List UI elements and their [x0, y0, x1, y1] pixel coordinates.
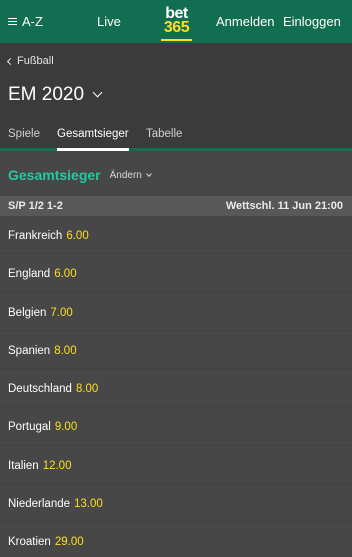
odds-value[interactable]: 29.00 — [55, 536, 84, 548]
selection-row[interactable]: Spanien 8.00 — [0, 331, 352, 370]
team-name: Portugal — [8, 421, 51, 434]
selection-row[interactable]: Belgien 7.00 — [0, 293, 352, 331]
tab-bar: Spiele Gesamtsieger Tabelle — [0, 126, 352, 151]
chevron-left-icon — [6, 57, 15, 65]
page-title: EM 2020 — [8, 84, 85, 105]
team-name: England — [8, 268, 51, 281]
logo-underline — [161, 39, 192, 41]
tab-gesamtsieger[interactable]: Gesamtsieger — [57, 128, 129, 140]
az-menu-button[interactable]: A-Z — [8, 14, 43, 29]
change-market-button[interactable]: Ändern — [109, 169, 152, 181]
chevron-down-icon — [146, 170, 152, 177]
active-tab-indicator — [57, 148, 129, 151]
odds-value[interactable]: 6.00 — [54, 268, 76, 280]
team-name: Frankreich — [8, 230, 63, 242]
odds-value[interactable]: 13.00 — [74, 498, 103, 510]
team-name: Deutschland — [8, 383, 72, 396]
az-menu-label: A-Z — [22, 14, 43, 29]
market-title: Gesamtsieger — [8, 167, 101, 183]
odds-value[interactable]: 6.00 — [66, 230, 88, 242]
each-way-terms: S/P 1/2 1-2 — [8, 200, 63, 212]
selection-list: Frankreich 6.00 England 6.00 Belgien 7.00 S… — [0, 216, 352, 557]
top-navigation-bar: A-Z Live bet 365 Anmelden Einloggen — [0, 0, 352, 43]
tab-spiele[interactable]: Spiele — [8, 128, 40, 140]
selection-row[interactable]: Frankreich 6.00 — [0, 216, 352, 255]
live-link[interactable]: Live — [97, 14, 121, 29]
selection-row[interactable]: Portugal 9.00 — [0, 407, 352, 446]
selection-row[interactable]: Kroatien 29.00 — [0, 522, 352, 557]
team-name: Kroatien — [8, 536, 51, 549]
selection-row[interactable]: Deutschland 8.00 — [0, 369, 352, 408]
odds-value[interactable]: 8.00 — [54, 345, 76, 357]
market-header: Gesamtsieger Ändern — [8, 167, 152, 183]
team-name: Niederlande — [8, 498, 71, 511]
change-market-label: Ändern — [109, 169, 142, 181]
odds-value[interactable]: 8.00 — [76, 383, 98, 395]
selection-row[interactable]: England 6.00 — [0, 254, 352, 293]
bet365-logo[interactable]: bet 365 — [160, 6, 193, 41]
odds-value[interactable]: 9.00 — [55, 421, 77, 433]
logo-text-bottom: 365 — [163, 19, 190, 36]
selection-row[interactable]: Italien 12.00 — [0, 446, 352, 485]
breadcrumb-label: Fußball — [17, 55, 54, 67]
hamburger-icon — [8, 17, 17, 26]
breadcrumb-back-link[interactable]: Fußball — [6, 55, 54, 67]
team-name: Belgien — [8, 306, 47, 319]
odds-value[interactable]: 7.00 — [50, 307, 72, 319]
market-info-bar: S/P 1/2 1-2 Wettschl. 11 Jun 21:00 — [0, 196, 352, 216]
tab-tabelle[interactable]: Tabelle — [146, 128, 182, 140]
competition-selector[interactable]: EM 2020 — [8, 84, 103, 106]
odds-value[interactable]: 12.00 — [43, 460, 72, 472]
team-name: Spanien — [8, 344, 51, 357]
chevron-down-icon — [92, 87, 103, 98]
login-link[interactable]: Einloggen — [283, 14, 341, 29]
register-link[interactable]: Anmelden — [216, 14, 275, 29]
page-header: Fußball EM 2020 Spiele Gesamtsieger Tabe… — [0, 43, 352, 151]
market-close-time: Wettschl. 11 Jun 21:00 — [225, 200, 343, 212]
team-name: Italien — [8, 459, 39, 472]
selection-row[interactable]: Niederlande 13.00 — [0, 484, 352, 523]
